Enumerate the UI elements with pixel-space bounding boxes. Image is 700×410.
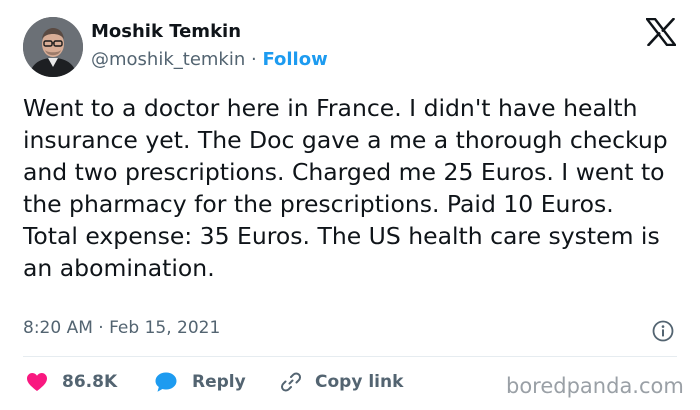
copy-link-button[interactable]: Copy link xyxy=(280,368,403,396)
avatar-photo xyxy=(23,17,83,77)
tweet-timestamp[interactable]: 8:20 AM · Feb 15, 2021 xyxy=(23,318,220,338)
divider xyxy=(23,356,677,357)
heart-icon xyxy=(27,373,47,391)
x-logo-icon[interactable] xyxy=(646,18,676,46)
author-handle[interactable]: @moshik_temkin xyxy=(91,49,245,70)
author-name[interactable]: Moshik Temkin xyxy=(91,21,241,42)
link-icon xyxy=(280,372,302,392)
follow-button[interactable]: Follow xyxy=(262,49,327,70)
reply-label: Reply xyxy=(192,372,246,392)
handle-separator: · xyxy=(245,49,263,70)
like-count: 86.8K xyxy=(62,372,118,392)
like-button[interactable]: 86.8K xyxy=(26,368,117,396)
speech-bubble-icon xyxy=(155,372,177,392)
copy-link-label: Copy link xyxy=(315,372,404,392)
reply-button[interactable]: Reply xyxy=(154,368,246,396)
tweet-text: Went to a doctor here in France. I didn'… xyxy=(23,94,668,282)
watermark: boredpanda.com xyxy=(506,374,684,398)
avatar[interactable] xyxy=(23,17,83,77)
author-handle-row: @moshik_temkin · Follow xyxy=(91,49,328,70)
info-icon[interactable] xyxy=(652,320,674,342)
